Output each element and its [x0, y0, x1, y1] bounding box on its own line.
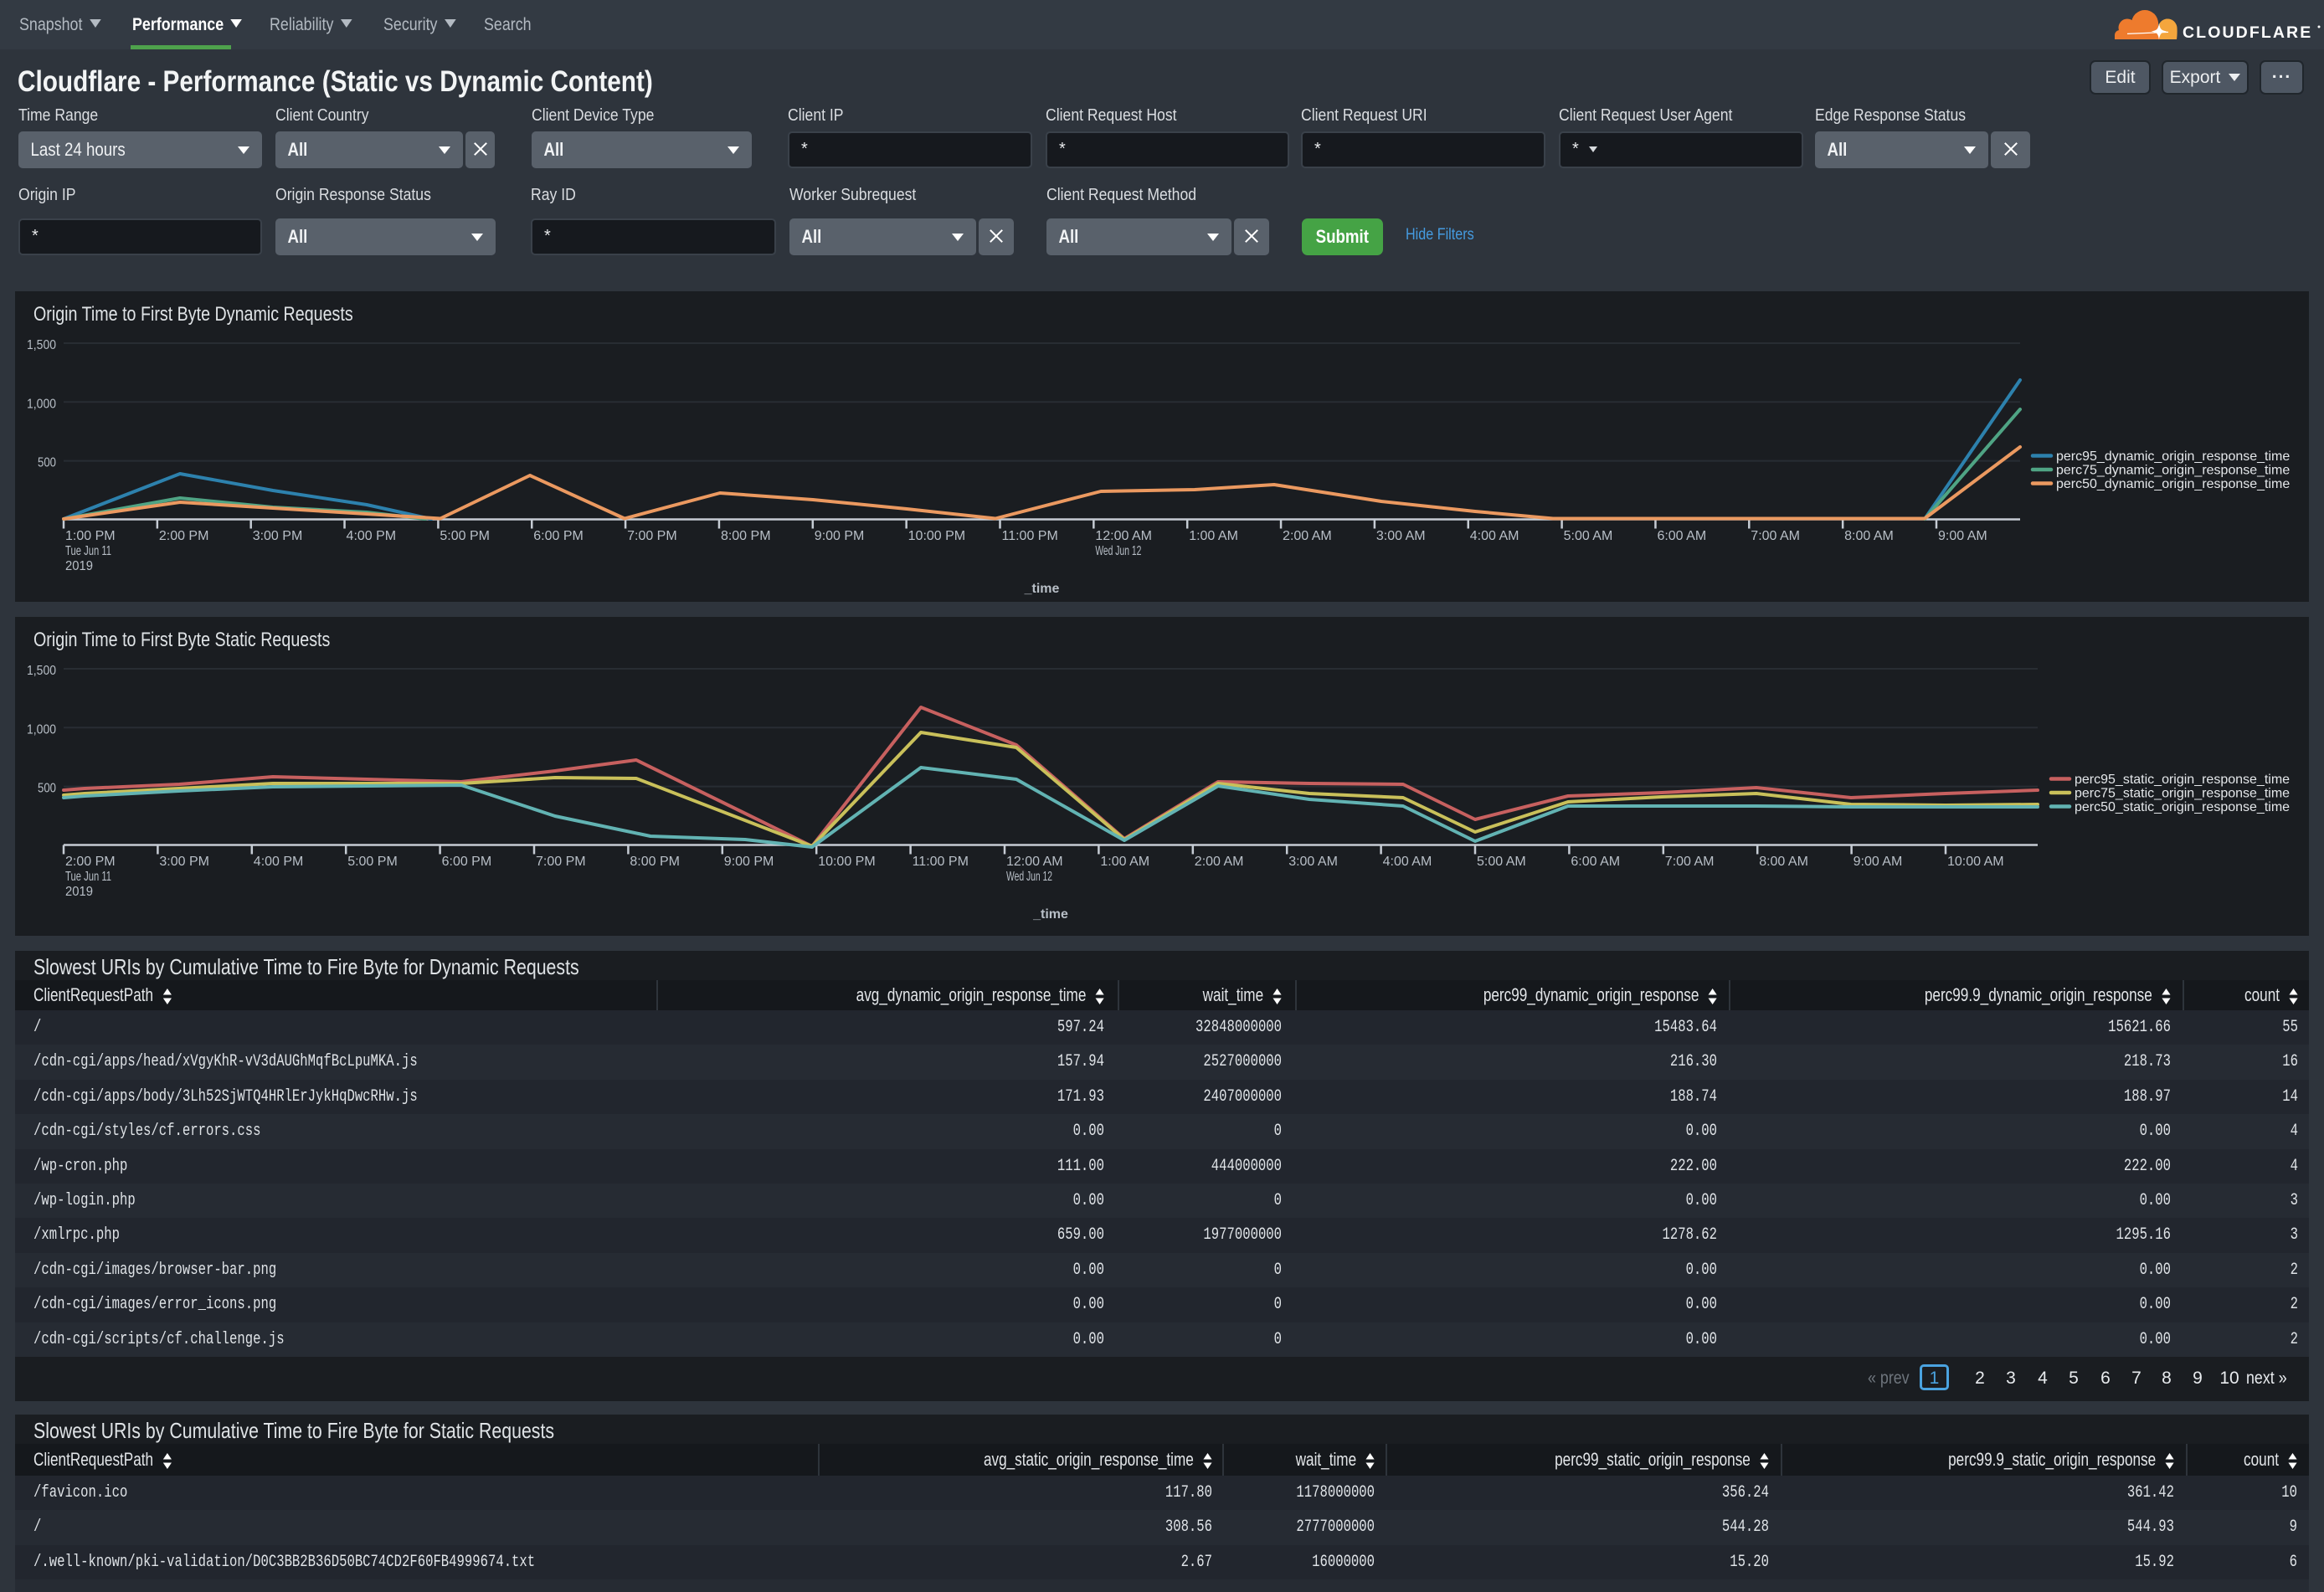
svg-text:7:00 AM: 7:00 AM [1665, 855, 1715, 869]
svg-text:1,000: 1,000 [27, 397, 56, 411]
svg-text:1:00 AM: 1:00 AM [1100, 855, 1149, 869]
svg-text:1:00 AM: 1:00 AM [1189, 529, 1238, 543]
svg-text:4:00 AM: 4:00 AM [1383, 855, 1432, 869]
svg-text:perc50_dynamic_origin_response: perc50_dynamic_origin_response_time [2056, 477, 2290, 491]
svg-text:Tue Jun 11: Tue Jun 11 [65, 544, 111, 558]
svg-text:500: 500 [38, 456, 56, 470]
svg-text:4:00 AM: 4:00 AM [1470, 529, 1519, 543]
svg-text:1,500: 1,500 [27, 664, 56, 678]
svg-text:8:00 AM: 8:00 AM [1759, 855, 1808, 869]
svg-text:8:00 PM: 8:00 PM [721, 529, 771, 543]
svg-text:6:00 AM: 6:00 AM [1571, 855, 1620, 869]
svg-text:2:00 PM: 2:00 PM [159, 529, 209, 543]
svg-text:9:00 AM: 9:00 AM [1938, 529, 1987, 543]
svg-text:9:00 PM: 9:00 PM [724, 855, 774, 869]
svg-text:8:00 PM: 8:00 PM [630, 855, 680, 869]
svg-text:12:00 AM: 12:00 AM [1006, 855, 1063, 869]
svg-text:7:00 PM: 7:00 PM [536, 855, 586, 869]
svg-text:Wed Jun 12: Wed Jun 12 [1006, 870, 1052, 884]
svg-text:2:00 AM: 2:00 AM [1283, 529, 1332, 543]
svg-text:7:00 AM: 7:00 AM [1751, 529, 1800, 543]
svg-text:2019: 2019 [65, 559, 93, 573]
svg-text:3:00 PM: 3:00 PM [253, 529, 303, 543]
svg-text:10:00 PM: 10:00 PM [908, 529, 965, 543]
svg-text:perc75_dynamic_origin_response: perc75_dynamic_origin_response_time [2056, 464, 2290, 478]
svg-text:6:00 AM: 6:00 AM [1657, 529, 1706, 543]
svg-text:10:00 PM: 10:00 PM [818, 855, 875, 869]
svg-text:12:00 AM: 12:00 AM [1095, 529, 1152, 543]
svg-text:2:00 PM: 2:00 PM [65, 855, 116, 869]
svg-text:perc50_static_origin_response_: perc50_static_origin_response_time [2075, 800, 2290, 814]
svg-text:10:00 AM: 10:00 AM [1947, 855, 2004, 869]
svg-text:3:00 AM: 3:00 AM [1376, 529, 1426, 543]
svg-text:7:00 PM: 7:00 PM [627, 529, 677, 543]
svg-text:4:00 PM: 4:00 PM [347, 529, 397, 543]
svg-text:8:00 AM: 8:00 AM [1844, 529, 1894, 543]
svg-text:1,000: 1,000 [27, 722, 56, 737]
svg-text:2019: 2019 [65, 885, 93, 899]
svg-text:5:00 PM: 5:00 PM [347, 855, 398, 869]
svg-text:perc95_static_origin_response_: perc95_static_origin_response_time [2075, 773, 2290, 787]
svg-text:_time: _time [1032, 907, 1068, 922]
svg-text:4:00 PM: 4:00 PM [254, 855, 304, 869]
svg-text:Tue Jun 11: Tue Jun 11 [65, 870, 111, 884]
svg-text:Wed Jun 12: Wed Jun 12 [1095, 544, 1141, 558]
svg-text:3:00 PM: 3:00 PM [159, 855, 209, 869]
svg-text:5:00 AM: 5:00 AM [1564, 529, 1613, 543]
svg-text:6:00 PM: 6:00 PM [442, 855, 492, 869]
svg-text:6:00 PM: 6:00 PM [533, 529, 584, 543]
svg-text:1,500: 1,500 [27, 338, 56, 352]
svg-text:perc75_static_origin_response_: perc75_static_origin_response_time [2075, 787, 2290, 801]
svg-text:11:00 PM: 11:00 PM [1002, 529, 1058, 543]
svg-text:2:00 AM: 2:00 AM [1195, 855, 1244, 869]
svg-text:perc95_dynamic_origin_response: perc95_dynamic_origin_response_time [2056, 449, 2290, 464]
svg-text:CLOUDFLARE: CLOUDFLARE [2183, 23, 2312, 42]
svg-text:1:00 PM: 1:00 PM [65, 529, 116, 543]
svg-text:5:00 AM: 5:00 AM [1477, 855, 1526, 869]
svg-text:5:00 PM: 5:00 PM [440, 529, 490, 543]
svg-text:_time: _time [1024, 582, 1060, 596]
svg-text:9:00 AM: 9:00 AM [1854, 855, 1903, 869]
svg-text:11:00 PM: 11:00 PM [913, 855, 969, 869]
svg-text:500: 500 [38, 782, 56, 796]
svg-text:9:00 PM: 9:00 PM [815, 529, 865, 543]
svg-text:3:00 AM: 3:00 AM [1288, 855, 1338, 869]
